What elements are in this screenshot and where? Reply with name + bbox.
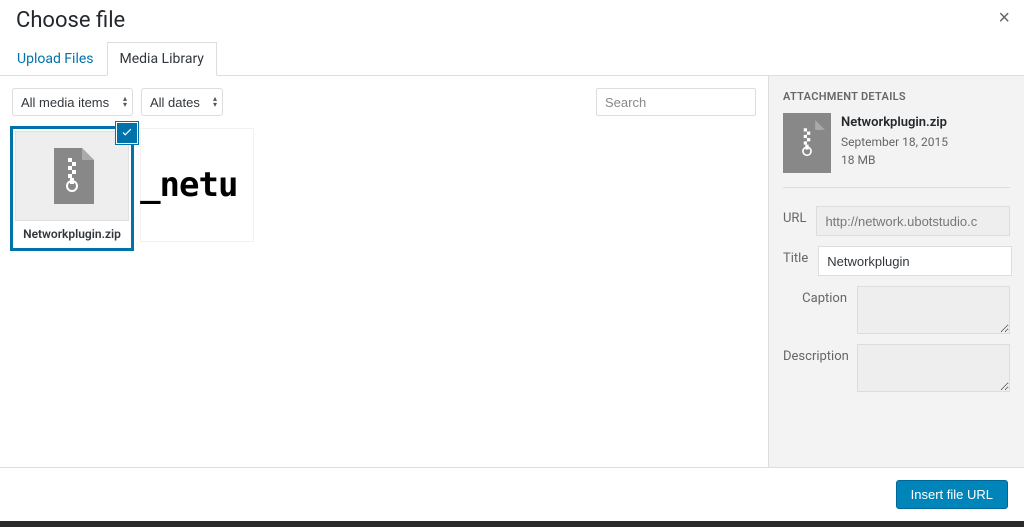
archive-file-icon	[789, 120, 825, 166]
window-chrome	[0, 521, 1024, 527]
attachment-item[interactable]: t_netu	[140, 128, 260, 249]
details-date: September 18, 2015	[841, 133, 948, 151]
attachment-thumbnail: t_netu	[140, 128, 254, 242]
selected-check-icon[interactable]	[116, 122, 138, 144]
attachment-details-panel: ATTACHMENT DETAILS Networkplugin.zip Sep…	[768, 76, 1024, 491]
description-field[interactable]	[857, 344, 1010, 392]
caption-label: Caption	[783, 286, 857, 306]
url-label: URL	[783, 206, 816, 226]
details-thumbnail	[783, 113, 831, 173]
caption-field[interactable]	[857, 286, 1010, 334]
tabs: Upload Files Media Library	[0, 42, 1024, 76]
url-field[interactable]	[816, 206, 1010, 236]
modal-footer: Insert file URL	[0, 467, 1024, 521]
details-size: 18 MB	[841, 151, 948, 169]
details-heading: ATTACHMENT DETAILS	[783, 90, 1010, 103]
modal-title: Choose file	[16, 6, 1008, 42]
details-filename: Networkplugin.zip	[841, 113, 948, 133]
filter-type-select[interactable]: All media items	[12, 88, 133, 116]
archive-file-icon	[50, 148, 94, 204]
filter-date-select[interactable]: All dates	[141, 88, 223, 116]
insert-file-url-button[interactable]: Insert file URL	[896, 480, 1008, 509]
search-input[interactable]	[596, 88, 756, 116]
attachment-thumbnail	[15, 131, 129, 221]
attachment-item[interactable]: Networkplugin.zip	[12, 128, 132, 249]
close-icon: ×	[998, 7, 1010, 29]
description-label: Description	[783, 344, 857, 364]
title-field[interactable]	[818, 246, 1012, 276]
image-preview: t_netu	[140, 165, 237, 205]
tab-media-library[interactable]: Media Library	[107, 42, 217, 76]
tab-upload-files[interactable]: Upload Files	[4, 42, 107, 76]
title-label: Title	[783, 246, 818, 266]
media-browser: All media items ▴▾ All dates ▴▾	[0, 76, 768, 491]
close-button[interactable]: ×	[998, 8, 1010, 28]
attachment-filename: Networkplugin.zip	[12, 221, 132, 249]
